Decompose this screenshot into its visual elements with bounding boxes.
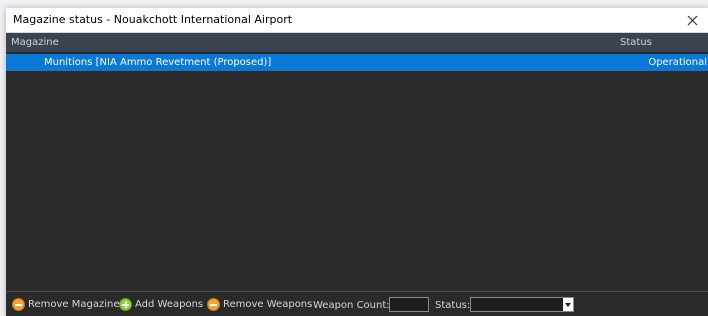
title-bar: Magazine status - Nouakchott Internation… <box>6 8 708 33</box>
window-title: Magazine status - Nouakchott Internation… <box>13 13 293 26</box>
magazine-status-cell: Operational <box>648 57 707 68</box>
minus-circle-icon <box>12 298 25 311</box>
status-label: Status: <box>435 300 471 311</box>
remove-weapons-label: Remove Weapons <box>223 299 313 310</box>
chevron-down-icon[interactable] <box>563 298 573 311</box>
plus-circle-icon <box>119 298 132 311</box>
magazine-status-dialog: Magazine status - Nouakchott Internation… <box>6 8 708 316</box>
remove-magazine-button[interactable]: Remove Magazine <box>12 297 120 312</box>
weapon-count-label: Weapon Count: <box>313 300 390 311</box>
magazine-name-cell: Munitions [NIA Ammo Revetment (Proposed)… <box>44 57 272 68</box>
minus-circle-icon <box>207 298 220 311</box>
table-row[interactable]: Munitions [NIA Ammo Revetment (Proposed)… <box>6 54 708 71</box>
remove-weapons-button[interactable]: Remove Weapons <box>207 297 312 312</box>
column-header-magazine[interactable]: Magazine <box>11 37 59 48</box>
status-dropdown[interactable] <box>470 297 574 312</box>
close-button[interactable] <box>682 10 702 30</box>
close-icon <box>687 15 697 25</box>
magazine-list[interactable] <box>6 52 708 291</box>
weapon-count-input[interactable] <box>389 297 429 312</box>
add-weapons-label: Add Weapons <box>135 299 204 310</box>
table-header: Magazine Status <box>6 33 708 53</box>
add-weapons-button[interactable]: Add Weapons <box>119 297 203 312</box>
column-header-status[interactable]: Status <box>620 37 652 48</box>
bottom-toolbar: Remove Magazine Add Weapons Remove Weapo… <box>6 292 708 316</box>
remove-magazine-label: Remove Magazine <box>28 299 120 310</box>
